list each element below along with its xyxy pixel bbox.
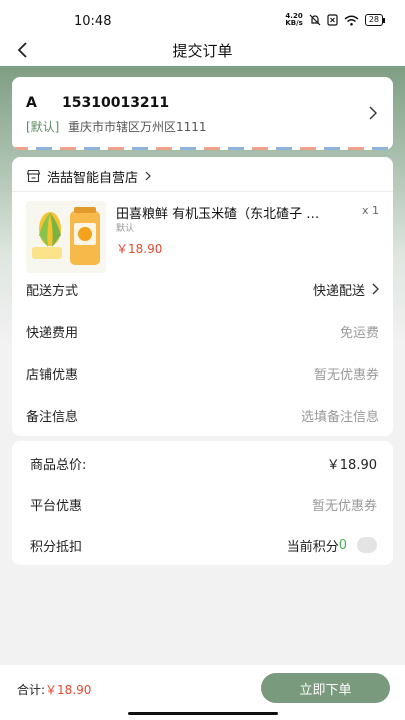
product-spec: 默认 xyxy=(116,224,135,234)
store-discount-value: 暂无优惠券 xyxy=(313,367,379,383)
chevron-right-icon xyxy=(372,283,379,295)
divider xyxy=(12,191,393,192)
goods-total-label: 商品总价: xyxy=(30,457,87,473)
shipping-fee-value: 免运费 xyxy=(339,325,379,341)
envelope-stripe xyxy=(12,147,393,150)
points-prefix: 当前积分 xyxy=(286,539,339,555)
order-note-input[interactable]: 选填备注信息 xyxy=(301,406,379,425)
shop-header[interactable]: 浩喆智能自营店 xyxy=(26,165,152,187)
platform-discount-value: 暂无优惠券 xyxy=(311,498,377,514)
points-deduction-label: 积分抵扣 xyxy=(30,539,83,555)
order-note-row[interactable]: 备注信息 选填备注信息 xyxy=(26,403,379,427)
chevron-right-icon[interactable] xyxy=(367,105,379,121)
points-deduction-row: 积分抵扣 当前积分 0 xyxy=(30,533,377,557)
points-count: 0 xyxy=(338,537,347,553)
wifi-icon xyxy=(344,15,359,26)
sim-x-icon xyxy=(327,14,338,26)
delivery-method-row[interactable]: 配送方式 快递配送 xyxy=(26,277,379,301)
goods-total-value: ￥18.90 xyxy=(326,457,377,473)
delivery-method-value: 快递配送 xyxy=(312,283,365,299)
network-speed: 4.20 KB/s xyxy=(285,12,303,27)
order-total: 合计:￥18.90 xyxy=(17,681,91,698)
store-discount-row[interactable]: 店铺优惠 暂无优惠券 xyxy=(26,361,379,385)
product-title[interactable]: 田喜粮鲜 有机玉米碴（东北碴子 … xyxy=(116,203,346,222)
shipping-fee-label: 快递费用 xyxy=(26,325,79,341)
page-title: 提交订单 xyxy=(172,42,233,60)
delivery-method-value-wrap: 快递配送 xyxy=(313,280,379,299)
order-note-label: 备注信息 xyxy=(26,409,79,425)
goods-total-row: 商品总价: ￥18.90 xyxy=(30,451,377,475)
product-image[interactable] xyxy=(26,201,106,273)
mute-bell-icon xyxy=(309,14,321,26)
home-indicator xyxy=(128,712,278,715)
product-image-art xyxy=(26,201,106,273)
status-icons: 4.20 KB/s 28 xyxy=(285,12,386,27)
status-time: 10:48 xyxy=(74,14,112,29)
platform-discount-row[interactable]: 平台优惠 暂无优惠券 xyxy=(30,492,377,516)
summary-card: 商品总价: ￥18.90 平台优惠 暂无优惠券 积分抵扣 当前积分 0 xyxy=(12,441,393,565)
nav-bar: 提交订单 xyxy=(0,36,405,66)
store-discount-label: 店铺优惠 xyxy=(26,367,79,383)
default-address-tag: [默认] xyxy=(26,120,60,134)
points-toggle[interactable] xyxy=(357,537,377,553)
shop-name: 浩喆智能自营店 xyxy=(47,170,139,186)
battery-icon: 28 xyxy=(364,14,386,26)
shipping-fee-row: 快递费用 免运费 xyxy=(26,319,379,343)
store-icon xyxy=(26,169,41,183)
recipient-phone: 15310013211 xyxy=(62,95,170,111)
status-bar: 10:48 4.20 KB/s 28 xyxy=(0,0,405,36)
address-detail: 重庆市市辖区万州区1111 xyxy=(68,120,207,134)
address-card[interactable]: A 15310013211 [默认] 重庆市市辖区万州区1111 xyxy=(12,77,393,150)
points-info: 当前积分 0 xyxy=(287,536,377,555)
recipient-name: A xyxy=(26,95,37,111)
product-quantity: x 1 xyxy=(361,204,379,217)
platform-discount-label: 平台优惠 xyxy=(30,498,83,514)
order-total-amount: ￥18.90 xyxy=(45,683,92,697)
product-price: ￥18.90 xyxy=(116,242,163,256)
chevron-right-icon xyxy=(145,171,151,181)
delivery-method-label: 配送方式 xyxy=(26,283,79,299)
submit-order-button[interactable]: 立即下单 xyxy=(261,673,390,703)
order-total-label: 合计: xyxy=(17,683,46,697)
shop-card: 浩喆智能自营店 田喜粮鲜 有机玉米碴（东北碴子 … x 1 默认 ￥18.90 … xyxy=(12,157,393,436)
